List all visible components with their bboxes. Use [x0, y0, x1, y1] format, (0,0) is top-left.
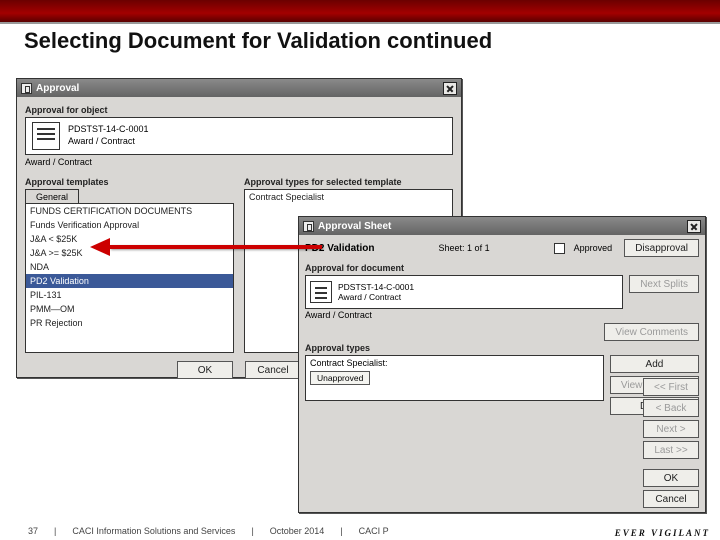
sheet-row-value: Unapproved: [310, 371, 370, 385]
section-sheet-approval-types: Approval types: [305, 343, 699, 353]
approval-sheet-window: Approval Sheet PD2 Validation Sheet: 1 o…: [298, 216, 706, 513]
document-icon: [32, 122, 60, 150]
slide-footer: 37 | CACI Information Solutions and Serv…: [0, 522, 720, 540]
sheet-object-desc: Award / Contract: [338, 292, 414, 302]
object-id: PDSTST-14-C-0001: [68, 124, 149, 136]
add-button[interactable]: Add: [610, 355, 699, 373]
callout-arrow: [110, 245, 322, 249]
last-button[interactable]: Last >>: [643, 441, 699, 459]
section-approval-for-object: Approval for object: [25, 105, 453, 115]
slide-red-bar: [0, 0, 720, 24]
list-item[interactable]: NDA: [26, 260, 233, 274]
section-approval-types: Approval types for selected template: [244, 177, 453, 187]
footer-org: CACI Information Solutions and Services: [72, 526, 235, 536]
footer-date: October 2014: [270, 526, 325, 536]
disapproval-button[interactable]: Disapproval: [624, 239, 699, 257]
list-item[interactable]: Contract Specialist: [245, 190, 452, 204]
tab-general[interactable]: General: [25, 189, 79, 203]
footer-prop: CACI P: [359, 526, 389, 536]
object-desc: Award / Contract: [68, 136, 149, 148]
slide-title: Selecting Document for Validation contin…: [24, 28, 492, 54]
cancel-button[interactable]: Cancel: [245, 361, 301, 379]
approved-checkbox[interactable]: [554, 243, 565, 254]
first-button[interactable]: << First: [643, 378, 699, 396]
list-item[interactable]: FUNDS CERTIFICATION DOCUMENTS: [26, 204, 233, 218]
approval-titlebar: Approval: [17, 79, 461, 97]
callout-arrow-head: [90, 238, 110, 256]
sheet-title-text: Approval Sheet: [318, 221, 687, 232]
sheet-object-sidecaption: Award / Contract: [305, 310, 699, 320]
window-icon: [303, 221, 314, 232]
approval-title-text: Approval: [36, 83, 443, 94]
list-item[interactable]: PD2 Validation: [26, 274, 233, 288]
page-number: 37: [28, 526, 38, 536]
section-approval-templates: Approval templates: [25, 177, 234, 187]
document-icon: [310, 281, 332, 303]
approval-templates-list[interactable]: FUNDS CERTIFICATION DOCUMENTSFunds Verif…: [25, 203, 234, 353]
next-button[interactable]: Next >: [643, 420, 699, 438]
sheet-cancel-button[interactable]: Cancel: [643, 490, 699, 508]
list-item[interactable]: J&A < $25K: [26, 232, 233, 246]
list-item[interactable]: PMM—OM: [26, 302, 233, 316]
section-approval-for-document: Approval for document: [305, 263, 699, 273]
sheet-row-label: Contract Specialist:: [310, 358, 599, 368]
sheet-titlebar: Approval Sheet: [299, 217, 705, 235]
list-item[interactable]: Funds Verification Approval: [26, 218, 233, 232]
close-icon[interactable]: [443, 82, 457, 95]
ok-button[interactable]: OK: [177, 361, 233, 379]
object-sidecaption: Award / Contract: [25, 157, 453, 167]
sheet-object-id: PDSTST-14-C-0001: [338, 282, 414, 292]
window-icon: [21, 83, 32, 94]
sheet-counter: Sheet: 1 of 1: [380, 243, 547, 253]
sheet-ok-button[interactable]: OK: [643, 469, 699, 487]
list-item[interactable]: PR Rejection: [26, 316, 233, 330]
footer-tagline: EVER VIGILANT: [615, 528, 710, 538]
list-item[interactable]: PIL-131: [26, 288, 233, 302]
back-button[interactable]: < Back: [643, 399, 699, 417]
view-comments-button[interactable]: View Comments: [604, 323, 699, 341]
approved-label: Approved: [574, 243, 613, 253]
close-icon[interactable]: [687, 220, 701, 233]
next-splits-button[interactable]: Next Splits: [629, 275, 699, 293]
